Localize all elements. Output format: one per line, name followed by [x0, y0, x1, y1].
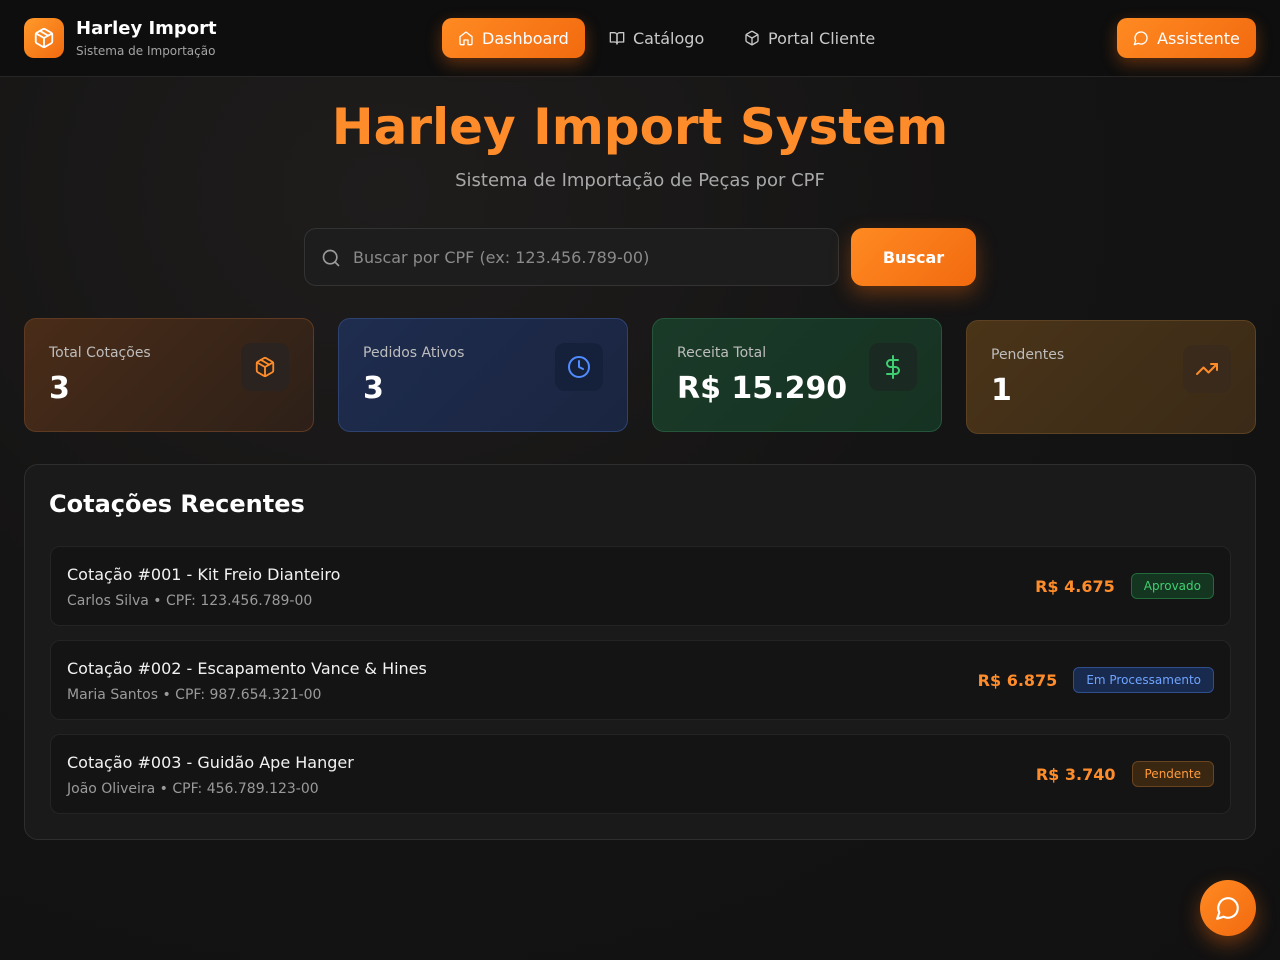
nav-catalogo[interactable]: Catálogo: [593, 18, 720, 58]
page-title: Harley Import System: [331, 98, 949, 156]
assistant-button[interactable]: Assistente: [1117, 18, 1256, 58]
stat-value: R$ 15.290: [677, 371, 848, 406]
nav-dashboard[interactable]: Dashboard: [442, 18, 585, 58]
quote-subtitle: Maria Santos • CPF: 987.654.321-00: [67, 687, 322, 703]
search-box: [304, 228, 839, 286]
stat-icon-box: [241, 343, 289, 391]
quote-meta: R$ 3.740 Pendente: [1036, 735, 1214, 813]
quote-subtitle: Carlos Silva • CPF: 123.456.789-00: [67, 593, 313, 609]
stat-label: Receita Total: [677, 345, 767, 361]
stat-value: 3: [49, 371, 70, 406]
recent-quotes-title: Cotações Recentes: [49, 490, 305, 518]
floating-chat-button[interactable]: [1200, 880, 1256, 936]
quote-amount: R$ 4.675: [1035, 576, 1115, 596]
nav-portal-cliente[interactable]: Portal Cliente: [728, 18, 891, 58]
quote-amount: R$ 6.875: [977, 670, 1058, 690]
recent-quotes-panel: Cotações Recentes Cotação #001 - Kit Fre…: [24, 464, 1256, 840]
quote-meta: R$ 6.875 Em Processamento: [978, 641, 1214, 719]
assistant-label: Assistente: [1157, 28, 1240, 48]
stat-card-pedidos-ativos: Pedidos Ativos 3: [338, 318, 628, 432]
chat-bubble-icon: [1133, 31, 1148, 46]
quote-subtitle: João Oliveira • CPF: 456.789.123-00: [67, 781, 319, 797]
stat-icon-box: [869, 343, 917, 391]
package-icon: [745, 30, 759, 46]
top-navbar: Harley Import Sistema de Importação Dash…: [0, 0, 1280, 77]
status-badge: Pendente: [1131, 761, 1214, 787]
status-badge: Em Processamento: [1073, 667, 1214, 693]
stat-icon-box: [555, 343, 603, 391]
quote-title: Cotação #003 - Guidão Ape Hanger: [67, 753, 354, 772]
stat-icon-box: [1183, 345, 1231, 393]
quote-row[interactable]: Cotação #001 - Kit Freio Dianteiro Carlo…: [50, 546, 1231, 626]
search-button[interactable]: Buscar: [851, 228, 976, 286]
quote-meta: R$ 4.675 Aprovado: [1035, 547, 1214, 625]
package-icon: [255, 356, 275, 378]
quote-row[interactable]: Cotação #002 - Escapamento Vance & Hines…: [50, 640, 1231, 720]
nav-dashboard-label: Dashboard: [482, 28, 569, 48]
stat-card-pendentes: Pendentes 1: [966, 320, 1256, 434]
page-subtitle: Sistema de Importação de Peças por CPF: [455, 170, 825, 191]
package-icon: [34, 27, 54, 49]
nav-portal-cliente-label: Portal Cliente: [768, 28, 876, 48]
clock-icon: [568, 356, 590, 378]
quote-row[interactable]: Cotação #003 - Guidão Ape Hanger João Ol…: [50, 734, 1231, 814]
stat-label: Pendentes: [991, 347, 1065, 363]
search-icon: [322, 249, 340, 267]
trending-up-icon: [1196, 363, 1218, 375]
brand-name: Harley Import: [76, 18, 217, 39]
status-badge: Aprovado: [1130, 573, 1214, 599]
stat-card-total-cotacoes: Total Cotações 3: [24, 318, 314, 432]
stat-value: 1: [991, 373, 1012, 408]
search-input[interactable]: [353, 229, 823, 285]
nav-catalogo-label: Catálogo: [633, 28, 705, 48]
home-icon: [459, 31, 473, 46]
chat-bubble-icon: [1216, 897, 1239, 920]
stat-value: 3: [363, 371, 384, 406]
stat-label: Pedidos Ativos: [363, 345, 465, 361]
brand-subtitle: Sistema de Importação: [76, 44, 216, 58]
quote-title: Cotação #001 - Kit Freio Dianteiro: [67, 565, 341, 584]
logo-box[interactable]: [24, 18, 64, 58]
stat-label: Total Cotações: [49, 345, 151, 361]
book-open-icon: [609, 31, 625, 45]
quote-title: Cotação #002 - Escapamento Vance & Hines: [67, 659, 427, 678]
dollar-icon: [886, 355, 900, 379]
quote-amount: R$ 3.740: [1035, 764, 1116, 784]
stat-card-receita-total: Receita Total R$ 15.290: [652, 318, 942, 432]
